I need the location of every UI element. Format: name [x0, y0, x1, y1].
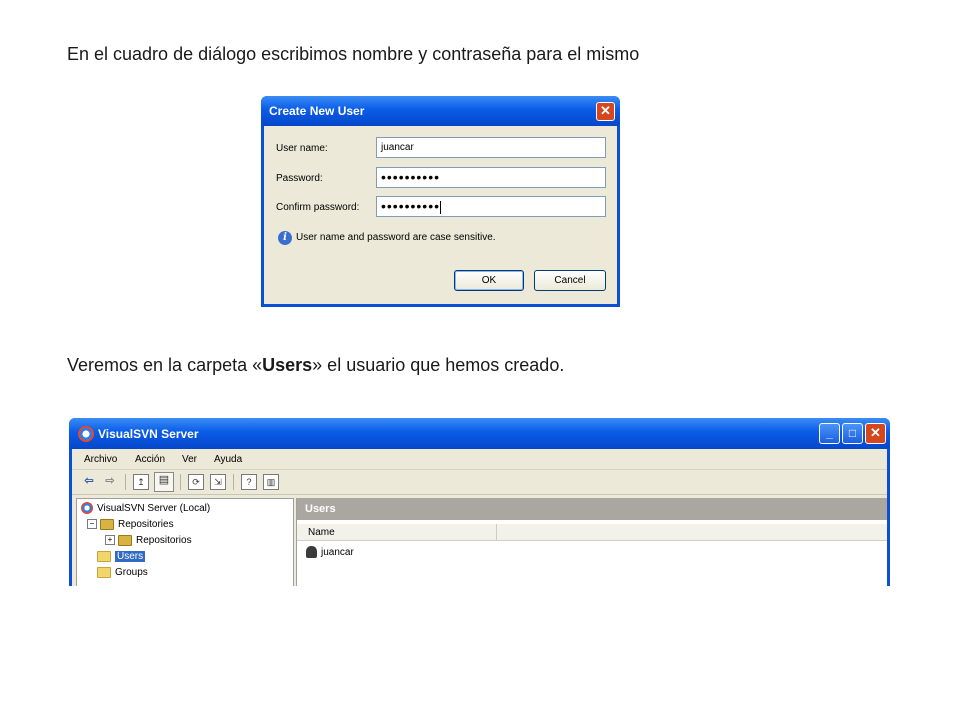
tree-label-server: VisualSVN Server (Local): [97, 503, 211, 514]
dialog-body: User name: juancar Password: •••••••••• …: [264, 126, 617, 304]
username-input[interactable]: juancar: [376, 137, 606, 158]
repositories-icon: [100, 518, 114, 530]
tree-item-repositories[interactable]: − Repositories: [87, 518, 174, 532]
dialog-title: Create New User: [269, 104, 365, 118]
console-tree: VisualSVN Server (Local) − Repositories +…: [76, 498, 294, 586]
toolbar: ⇦ ⇨ ↥ ▤ ⟳ ⇲ ? ▥: [72, 470, 887, 495]
visualsvn-app-icon: [78, 426, 94, 442]
caption-suffix: » el usuario que hemos creado.: [312, 355, 565, 375]
show-panel-icon[interactable]: ▥: [263, 474, 279, 490]
repository-icon: [118, 534, 132, 546]
menu-archivo[interactable]: Archivo: [84, 454, 117, 465]
column-header-name[interactable]: Name: [297, 524, 497, 541]
create-user-dialog: Create New User ✕ User name: juancar Pas…: [261, 96, 620, 307]
visualsvn-server-window: VisualSVN Server _ □ ✕ Archivo Acción Ve…: [69, 418, 890, 586]
dialog-close-button[interactable]: ✕: [596, 102, 615, 121]
maximize-button[interactable]: □: [842, 423, 863, 444]
cancel-button[interactable]: Cancel: [534, 270, 606, 291]
tree-item-groups[interactable]: Groups: [97, 566, 148, 580]
menu-bar: Archivo Acción Ver Ayuda: [72, 449, 887, 470]
menu-accion[interactable]: Acción: [135, 454, 165, 465]
folder-icon: [97, 550, 111, 562]
window-client-area: Archivo Acción Ver Ayuda ⇦ ⇨ ↥ ▤ ⟳ ⇲ ? ▥…: [72, 449, 887, 586]
password-label: Password:: [276, 173, 323, 184]
toolbar-separator: [180, 474, 181, 490]
forward-arrow-icon[interactable]: ⇨: [102, 474, 118, 490]
password-input[interactable]: ••••••••••: [376, 167, 606, 188]
list-item[interactable]: juancar: [306, 546, 354, 560]
up-folder-icon[interactable]: ↥: [133, 474, 149, 490]
caption-prefix: Veremos en la carpeta «: [67, 355, 263, 375]
toolbar-separator: [233, 474, 234, 490]
expand-icon[interactable]: +: [105, 535, 115, 546]
caption-dialog-instructions: En el cuadro de diálogo escribimos nombr…: [67, 44, 640, 64]
ok-button[interactable]: OK: [454, 270, 524, 291]
show-tree-icon[interactable]: ▤: [154, 472, 174, 492]
window-titlebar[interactable]: VisualSVN Server _ □ ✕: [69, 418, 890, 449]
tree-item-server[interactable]: VisualSVN Server (Local): [81, 502, 210, 516]
folder-icon: [97, 566, 111, 578]
visualsvn-server-icon: [81, 502, 93, 515]
toolbar-separator: [125, 474, 126, 490]
users-pane: Users Name juancar: [296, 498, 887, 586]
pane-title: Users: [297, 498, 887, 520]
tree-label-repositories: Repositories: [118, 519, 174, 530]
dialog-titlebar[interactable]: Create New User ✕: [261, 96, 620, 126]
info-icon: i: [278, 231, 292, 245]
tree-label-users: Users: [115, 551, 146, 562]
window-close-button[interactable]: ✕: [865, 423, 886, 444]
confirm-password-value: ••••••••••: [381, 198, 441, 214]
menu-ayuda[interactable]: Ayuda: [214, 454, 242, 465]
close-icon: ✕: [600, 103, 611, 118]
confirm-password-label: Confirm password:: [276, 202, 360, 213]
back-arrow-icon[interactable]: ⇦: [81, 474, 97, 490]
case-sensitive-note: User name and password are case sensitiv…: [296, 232, 496, 243]
confirm-password-input[interactable]: ••••••••••: [376, 196, 606, 217]
export-list-icon[interactable]: ⇲: [210, 474, 226, 490]
caption-users-folder: Veremos en la carpeta «Users» el usuario…: [67, 355, 564, 376]
tree-label-groups: Groups: [115, 567, 148, 578]
maximize-icon: □: [848, 426, 857, 440]
menu-ver[interactable]: Ver: [182, 454, 197, 465]
tree-item-users[interactable]: Users: [97, 550, 146, 564]
minimize-button[interactable]: _: [819, 423, 840, 444]
tree-item-repositorios[interactable]: + Repositorios: [105, 534, 192, 548]
user-name: juancar: [321, 547, 354, 558]
tree-label-repositorios: Repositorios: [136, 535, 192, 546]
column-header-filler: [497, 524, 887, 541]
text-caret: [440, 200, 442, 214]
username-label: User name:: [276, 143, 328, 154]
refresh-icon[interactable]: ⟳: [188, 474, 204, 490]
caption-bold-users: Users: [262, 355, 313, 375]
help-icon[interactable]: ?: [241, 474, 257, 490]
collapse-icon[interactable]: −: [87, 519, 97, 530]
user-icon: [306, 546, 317, 559]
window-title: VisualSVN Server: [98, 427, 199, 441]
minimize-icon: _: [826, 426, 833, 440]
close-icon: ✕: [870, 425, 881, 440]
